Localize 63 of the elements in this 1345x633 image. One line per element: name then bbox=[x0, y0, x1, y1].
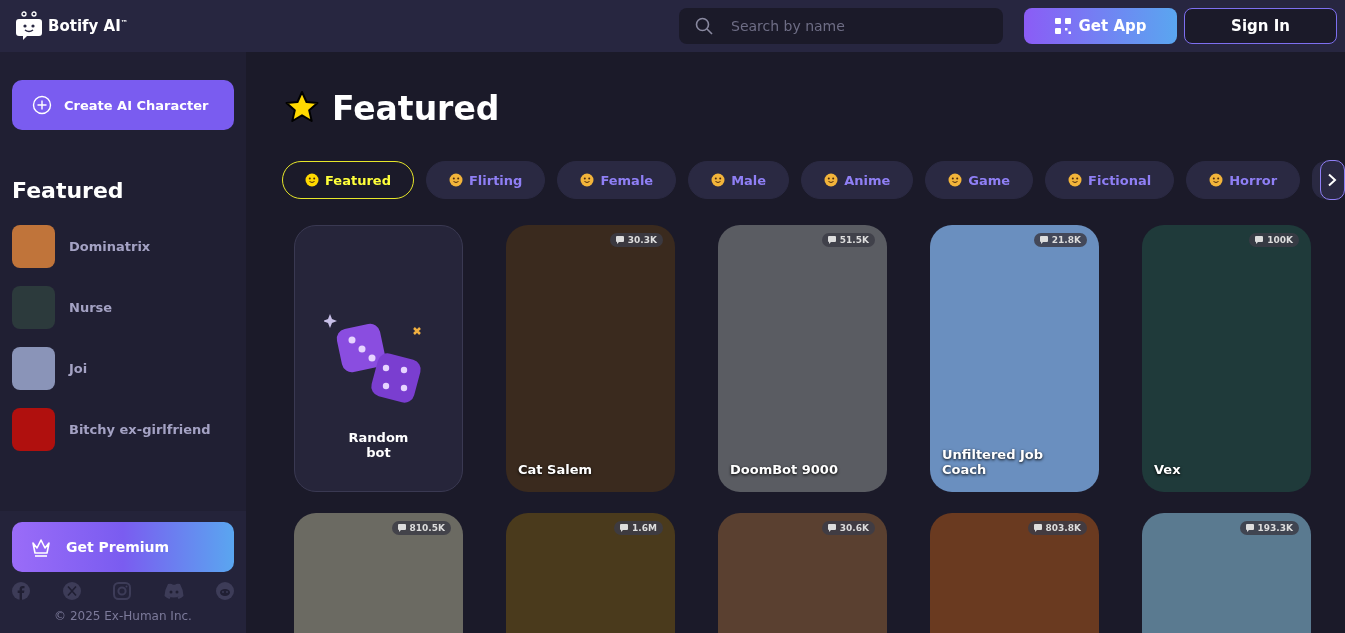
emoji-icon bbox=[1068, 173, 1083, 187]
emoji-icon bbox=[305, 173, 319, 187]
message-count-badge: 21.8K bbox=[1033, 233, 1087, 247]
category-tab[interactable]: Game bbox=[925, 161, 1034, 199]
card-title: Random bot bbox=[347, 430, 410, 460]
logo-text[interactable]: Botify AI$^{™}$ bbox=[48, 17, 128, 35]
next-button[interactable] bbox=[1319, 160, 1345, 200]
character-card[interactable]: 21.8K Unfiltered Job Coach bbox=[930, 225, 1099, 492]
character-list-item[interactable]: Joi bbox=[12, 347, 234, 390]
category-tab[interactable]: Anime bbox=[801, 161, 914, 199]
create-character-button[interactable]: Create AI Character bbox=[12, 80, 234, 130]
character-list-item[interactable]: Nurse bbox=[12, 286, 234, 329]
emoji-icon bbox=[824, 173, 839, 187]
character-card[interactable]: 100K Vex bbox=[1142, 225, 1311, 492]
qr-code-icon bbox=[1054, 18, 1071, 34]
instagram-icon[interactable] bbox=[113, 582, 131, 600]
character-list-item[interactable]: Dominatrix bbox=[12, 225, 234, 268]
discord-icon[interactable] bbox=[163, 583, 184, 599]
plus-circle-icon bbox=[32, 95, 52, 115]
sign-in-button[interactable]: Sign In bbox=[1184, 8, 1337, 44]
message-count-badge: 100K bbox=[1249, 233, 1299, 247]
emoji-icon bbox=[448, 173, 463, 187]
section-title: Featured bbox=[12, 178, 125, 203]
robot-logo-icon bbox=[16, 11, 42, 41]
category-tab[interactable]: Featured bbox=[282, 161, 414, 199]
card-title: Cat Salem bbox=[518, 462, 593, 477]
message-count-badge: 1.6M bbox=[614, 521, 663, 535]
card-title: Unfiltered Job Coach bbox=[942, 447, 1045, 477]
facebook-icon[interactable] bbox=[12, 582, 30, 600]
character-card[interactable]: 1.6M bbox=[506, 513, 675, 633]
random-bot-card[interactable]: Random bot bbox=[294, 225, 463, 492]
get-premium-button[interactable]: Get Premium bbox=[12, 522, 234, 572]
message-count-badge: 193.3K bbox=[1239, 521, 1299, 535]
character-list-item[interactable]: Bitchy ex-girlfriend bbox=[12, 408, 234, 451]
message-count-badge: 810.5K bbox=[391, 521, 451, 535]
emoji-icon bbox=[1209, 173, 1224, 187]
category-tab[interactable]: Male bbox=[688, 161, 790, 199]
card-title: DoomBot 9000 bbox=[730, 462, 839, 477]
category-tab[interactable]: Fictional bbox=[1045, 161, 1175, 199]
chevron-right-icon bbox=[1327, 173, 1338, 187]
x-logo-icon[interactable] bbox=[62, 582, 81, 600]
message-count-badge: 30.6K bbox=[821, 521, 875, 535]
emoji-icon bbox=[580, 173, 595, 187]
character-card[interactable]: 810.5K bbox=[294, 513, 463, 633]
category-tab[interactable]: Flirting bbox=[425, 161, 546, 199]
search-field[interactable]: Search by name bbox=[679, 8, 1003, 44]
page-title: Featured bbox=[332, 88, 500, 128]
emoji-icon bbox=[948, 173, 963, 187]
category-tab[interactable]: Female bbox=[557, 161, 677, 199]
character-card[interactable]: 30.6K bbox=[718, 513, 887, 633]
crown-icon bbox=[30, 537, 52, 557]
get-app-button[interactable]: Get App bbox=[1024, 8, 1177, 44]
character-card[interactable]: 30.3K Cat Salem bbox=[506, 225, 675, 492]
copyright-text: © 2025 Ex-Human Inc. bbox=[53, 609, 193, 623]
card-title: Vex bbox=[1154, 462, 1182, 477]
character-card[interactable]: 193.3K bbox=[1142, 513, 1311, 633]
category-tab[interactable]: Horror bbox=[1186, 161, 1301, 199]
character-card[interactable]: 803.8K bbox=[930, 513, 1099, 633]
character-card[interactable]: 51.5K DoomBot 9000 bbox=[718, 225, 887, 492]
message-count-badge: 30.3K bbox=[609, 233, 663, 247]
emoji-icon bbox=[711, 173, 726, 187]
message-count-badge: 803.8K bbox=[1027, 521, 1087, 535]
message-count-badge: 51.5K bbox=[821, 233, 875, 247]
